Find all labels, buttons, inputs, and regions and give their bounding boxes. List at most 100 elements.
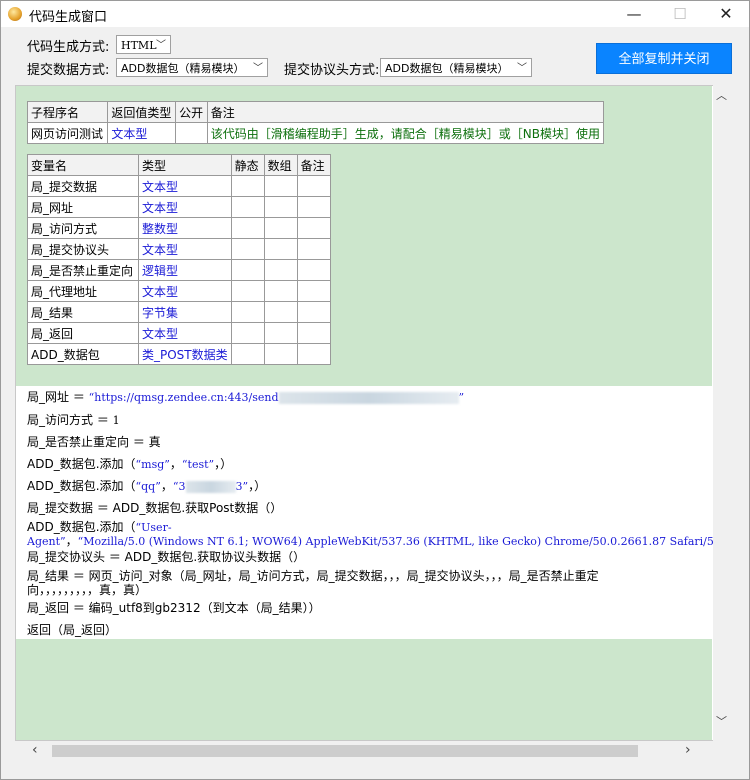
redacted-text (185, 480, 236, 493)
code-line-8[interactable]: Agent”，“Mozilla/5.0 (Windows NT 6.1; WOW… (27, 532, 721, 549)
variable-type[interactable]: 文本型 (138, 238, 232, 260)
variable-type[interactable]: 类_POST数据类 (138, 343, 232, 365)
code-line-1[interactable]: 局_网址 ＝ “https://qmsg.zendee.cn:443/send” (27, 388, 464, 405)
app-icon (8, 7, 22, 21)
static-cell[interactable] (230, 175, 265, 197)
submit-mode-select[interactable]: ADD数据包（精易模块） ﹀ (116, 58, 268, 77)
array-cell[interactable] (263, 322, 298, 344)
column-header: 备注 (296, 154, 331, 176)
array-cell[interactable] (263, 343, 298, 365)
variable-header-row: 变量名 类型 静态 数组 备注 (27, 154, 331, 176)
column-header: 数组 (263, 154, 298, 176)
scroll-down-icon[interactable]: ﹀ (716, 713, 727, 729)
remark-cell[interactable] (296, 259, 331, 281)
horizontal-scrollbar[interactable]: ‹ › (15, 741, 731, 761)
remark-cell[interactable] (296, 322, 331, 344)
table-row[interactable]: 局_提交数据 文本型 (27, 175, 331, 197)
variable-type[interactable]: 整数型 (138, 217, 232, 239)
chevron-down-icon: ﹀ (517, 63, 527, 74)
variable-type[interactable]: 文本型 (138, 322, 232, 344)
table-row[interactable]: 局_网址 文本型 (27, 196, 331, 218)
table-row[interactable]: 局_提交协议头 文本型 (27, 238, 331, 260)
static-cell[interactable] (230, 280, 265, 302)
array-cell[interactable] (263, 259, 298, 281)
variable-name[interactable]: 局_是否禁止重定向 (27, 259, 139, 281)
variable-type[interactable]: 文本型 (138, 175, 232, 197)
table-row[interactable]: 局_是否禁止重定向 逻辑型 (27, 259, 331, 281)
code-line-11[interactable]: 向，，，，，，，，，真，真） (27, 581, 147, 598)
copy-all-and-close-button[interactable]: 全部复制并关闭 (596, 43, 732, 74)
remark-cell[interactable] (296, 343, 331, 365)
table-row[interactable]: 局_结果 字节集 (27, 301, 331, 323)
maximize-button[interactable]: ☐ (657, 1, 703, 27)
variable-table: 变量名 类型 静态 数组 备注 局_提交数据 文本型 局_网址 文本型 局_访问方式… (27, 154, 331, 365)
table-row[interactable]: 局_返回 文本型 (27, 322, 331, 344)
gen-mode-select[interactable]: HTML ﹀ (116, 35, 171, 54)
array-cell[interactable] (263, 238, 298, 260)
variable-name[interactable]: 局_结果 (27, 301, 139, 323)
column-header: 子程序名 (26, 101, 109, 123)
variable-name[interactable]: 局_提交协议头 (27, 238, 139, 260)
close-button[interactable]: ✕ (703, 1, 749, 27)
static-cell[interactable] (230, 238, 265, 260)
code-line-5[interactable]: ADD_数据包.添加（“qq”，“3 3”，） (27, 477, 266, 494)
return-type[interactable]: 文本型 (107, 122, 177, 144)
header-mode-select[interactable]: ADD数据包（精易模块） ﹀ (380, 58, 532, 77)
code-editor[interactable]: 子程序名 返回值类型 公开 备注 网页访问测试 文本型 该代码由［滑稽编程助手］… (15, 85, 731, 741)
scroll-up-icon[interactable]: ︿ (716, 87, 727, 103)
chevron-down-icon: ﹀ (156, 40, 166, 51)
array-cell[interactable] (263, 196, 298, 218)
code-line-9[interactable]: 局_提交协议头 ＝ ADD_数据包.获取协议头数据（） (27, 548, 305, 565)
code-line-6[interactable]: 局_提交数据 ＝ ADD_数据包.获取Post数据（） (27, 499, 282, 516)
variable-type[interactable]: 文本型 (138, 280, 232, 302)
array-cell[interactable] (263, 301, 298, 323)
array-cell[interactable] (263, 217, 298, 239)
table-row[interactable]: 局_访问方式 整数型 (27, 217, 331, 239)
subroutine-row[interactable]: 网页访问测试 文本型 该代码由［滑稽编程助手］生成，请配合［精易模块］或［NB模… (26, 122, 605, 144)
table-row[interactable]: 局_代理地址 文本型 (27, 280, 331, 302)
subroutine-name[interactable]: 网页访问测试 (26, 122, 109, 144)
code-line-13[interactable]: 返回（局_返回） (27, 621, 117, 638)
scroll-left-icon[interactable]: ‹ (32, 742, 38, 758)
remark-cell[interactable] (296, 238, 331, 260)
minimize-button[interactable]: — (611, 1, 657, 27)
vertical-scrollbar[interactable]: ︿ ﹀ (713, 85, 731, 741)
variable-type[interactable]: 文本型 (138, 196, 232, 218)
array-cell[interactable] (263, 280, 298, 302)
header-mode-label: 提交协议头方式: (284, 63, 380, 78)
column-header: 静态 (230, 154, 265, 176)
remark-cell[interactable] (296, 217, 331, 239)
chevron-down-icon: ﹀ (253, 63, 263, 74)
code-line-2[interactable]: 局_访问方式 ＝ 1 (27, 411, 120, 428)
variable-name[interactable]: 局_网址 (27, 196, 139, 218)
variable-type[interactable]: 逻辑型 (138, 259, 232, 281)
code-line-4[interactable]: ADD_数据包.添加（“msg”，“test”，） (27, 455, 232, 472)
static-cell[interactable] (230, 259, 265, 281)
code-line-12[interactable]: 局_返回 ＝ 编码_utf8到gb2312（到文本（局_结果）） (27, 599, 321, 616)
public-flag[interactable] (175, 122, 208, 144)
variable-type[interactable]: 字节集 (138, 301, 232, 323)
remark-cell[interactable] (296, 196, 331, 218)
static-cell[interactable] (230, 301, 265, 323)
static-cell[interactable] (230, 343, 265, 365)
remark-cell[interactable] (296, 301, 331, 323)
column-header: 变量名 (27, 154, 139, 176)
variable-name[interactable]: 局_访问方式 (27, 217, 139, 239)
variable-name[interactable]: 局_提交数据 (27, 175, 139, 197)
code-line-3[interactable]: 局_是否禁止重定向 ＝ 真 (27, 433, 161, 450)
static-cell[interactable] (230, 217, 265, 239)
variable-name[interactable]: 局_代理地址 (27, 280, 139, 302)
static-cell[interactable] (230, 322, 265, 344)
gen-mode-label: 代码生成方式: (27, 40, 110, 55)
array-cell[interactable] (263, 175, 298, 197)
variable-name[interactable]: ADD_数据包 (27, 343, 139, 365)
variable-name[interactable]: 局_返回 (27, 322, 139, 344)
static-cell[interactable] (230, 196, 265, 218)
remark-cell[interactable] (296, 280, 331, 302)
subroutine-remark[interactable]: 该代码由［滑稽编程助手］生成，请配合［精易模块］或［NB模块］使用 (206, 122, 605, 144)
scroll-thumb[interactable] (52, 745, 638, 757)
scroll-right-icon[interactable]: › (685, 742, 691, 758)
window-title: 代码生成窗口 (29, 10, 108, 25)
table-row[interactable]: ADD_数据包 类_POST数据类 (27, 343, 331, 365)
remark-cell[interactable] (296, 175, 331, 197)
